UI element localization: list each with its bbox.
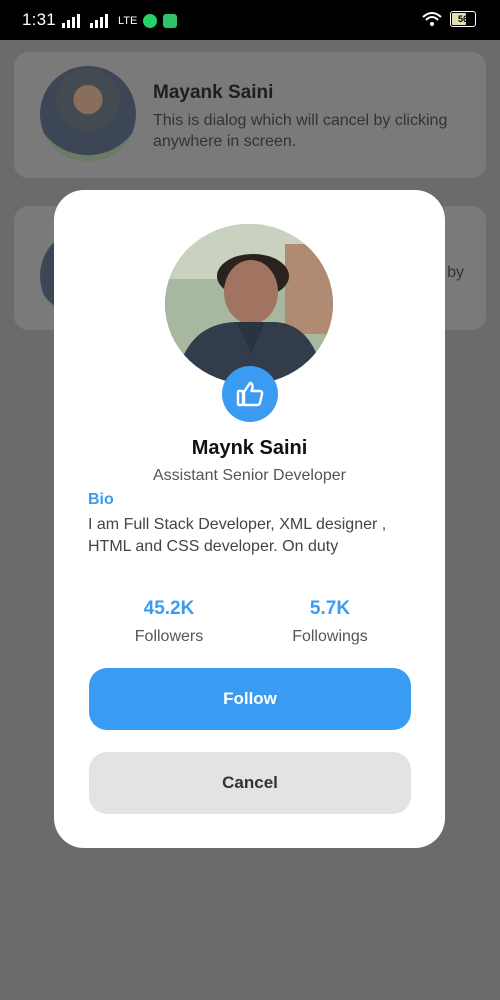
battery-icon: 56 xyxy=(450,11,476,27)
avatar xyxy=(40,66,136,162)
profile-role: Assistant Senior Developer xyxy=(153,467,346,484)
follow-button[interactable]: Follow xyxy=(89,668,411,730)
profile-name: Maynk Saini xyxy=(191,437,308,459)
background-profile-card[interactable]: Mayank Saini This is dialog which will c… xyxy=(14,52,486,178)
signal-icon xyxy=(90,14,108,28)
followers-count: 45.2K xyxy=(143,598,195,619)
avatar-container xyxy=(165,224,333,422)
followers-stat[interactable]: 45.2K Followers xyxy=(89,598,249,646)
whatsapp-icon xyxy=(143,14,158,28)
like-button[interactable] xyxy=(222,366,278,422)
profile-dialog: Maynk Saini Assistant Senior Developer B… xyxy=(54,190,445,848)
card-description: This is dialog which will cancel by clic… xyxy=(153,112,448,150)
thumbs-up-icon xyxy=(236,381,264,407)
battery-level: 56 xyxy=(457,14,468,24)
profile-avatar xyxy=(165,224,333,384)
app-icon xyxy=(163,14,178,28)
followings-stat[interactable]: 5.7K Followings xyxy=(250,598,410,646)
wifi-icon xyxy=(422,12,442,26)
status-bar: 1:31 LTE 56 xyxy=(0,0,500,40)
followings-label: Followings xyxy=(292,628,368,645)
bio-label: Bio xyxy=(88,491,114,508)
status-left-icons: LTE xyxy=(62,12,178,30)
status-time: 1:31 xyxy=(22,10,56,29)
card-name: Mayank Saini xyxy=(153,82,274,103)
network-label: LTE xyxy=(118,15,138,27)
followings-count: 5.7K xyxy=(309,598,351,619)
bio-text: I am Full Stack Developer, XML designer … xyxy=(88,516,387,555)
signal-icon xyxy=(62,14,80,28)
status-right-icons: 56 xyxy=(422,11,476,27)
cancel-button[interactable]: Cancel xyxy=(89,752,411,814)
followers-label: Followers xyxy=(134,628,204,645)
card-description-fragment: by xyxy=(447,264,464,281)
